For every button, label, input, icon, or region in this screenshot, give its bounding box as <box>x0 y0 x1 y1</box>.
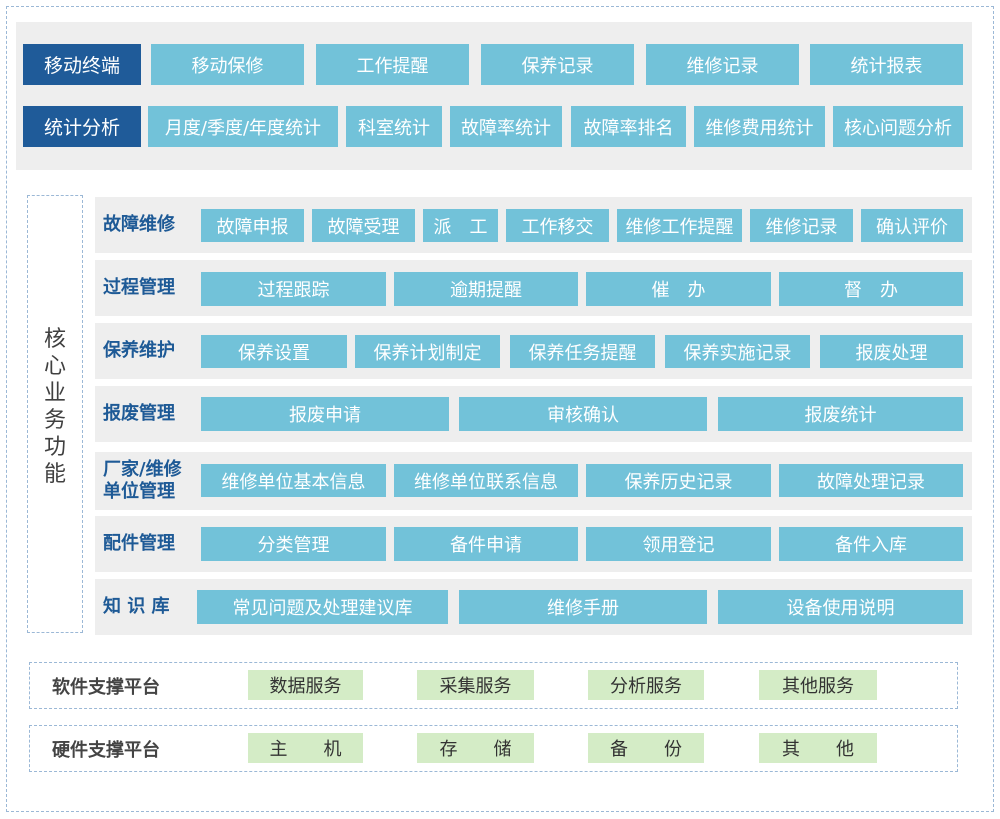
core-row-label: 保养维护 <box>103 340 175 361</box>
core-item: 保养设置 <box>201 335 347 368</box>
stats-item: 月度/季度/年度统计 <box>148 106 338 147</box>
mobile-item: 保养记录 <box>481 44 634 85</box>
software-platform-label: 软件支撑平台 <box>52 676 160 698</box>
core-item: 审核确认 <box>459 397 707 431</box>
core-item: 催 办 <box>586 272 771 306</box>
core-item: 保养任务提醒 <box>510 335 655 368</box>
core-item: 备件申请 <box>394 527 578 561</box>
mobile-item: 移动保修 <box>151 44 304 85</box>
mobile-item: 工作提醒 <box>316 44 469 85</box>
mobile-item: 维修记录 <box>646 44 799 85</box>
core-item: 设备使用说明 <box>718 590 963 624</box>
core-item: 分类管理 <box>201 527 386 561</box>
core-item: 故障申报 <box>201 209 304 242</box>
core-row-label: 故障维修 <box>103 214 175 235</box>
core-item: 备件入库 <box>779 527 963 561</box>
core-item: 督 办 <box>779 272 963 306</box>
core-item: 维修单位基本信息 <box>201 464 386 497</box>
core-item: 保养计划制定 <box>355 335 500 368</box>
core-item: 工作移交 <box>506 209 609 242</box>
software-service: 分析服务 <box>588 670 704 700</box>
core-item: 派 工 <box>423 209 498 242</box>
software-service: 数据服务 <box>248 670 363 700</box>
software-service: 其他服务 <box>759 670 877 700</box>
core-item: 报废统计 <box>718 397 963 431</box>
stats-item: 故障率统计 <box>450 106 562 147</box>
mobile-item: 统计报表 <box>810 44 963 85</box>
core-business-label: 核心业务功能 <box>43 327 66 487</box>
stats-item: 故障率排名 <box>571 106 686 147</box>
core-row-label: 报废管理 <box>103 403 175 424</box>
core-item: 维修手册 <box>459 590 707 624</box>
hardware-platform-label: 硬件支撑平台 <box>52 739 160 761</box>
mobile-terminal-label: 移动终端 <box>23 44 141 85</box>
hardware-item: 存 储 <box>417 733 534 763</box>
stats-item: 科室统计 <box>346 106 442 147</box>
hardware-item: 其 他 <box>759 733 877 763</box>
core-item: 领用登记 <box>586 527 771 561</box>
core-item: 报废处理 <box>820 335 963 368</box>
core-item: 常见问题及处理建议库 <box>197 590 448 624</box>
core-business-sidebar: 核心业务功能 <box>27 195 83 633</box>
core-row-label: 知 识 库 <box>103 596 170 617</box>
core-item: 确认评价 <box>861 209 963 242</box>
core-item: 保养历史记录 <box>586 464 771 497</box>
core-row-label: 配件管理 <box>103 533 175 554</box>
software-service: 采集服务 <box>417 670 534 700</box>
core-item: 逾期提醒 <box>394 272 578 306</box>
core-item: 维修单位联系信息 <box>394 464 578 497</box>
core-row-label: 厂家/维修 单位管理 <box>103 459 182 502</box>
statistics-analysis-label: 统计分析 <box>23 106 141 147</box>
core-item: 报废申请 <box>201 397 449 431</box>
core-item: 维修记录 <box>750 209 853 242</box>
stats-item: 维修费用统计 <box>694 106 825 147</box>
stats-item: 核心问题分析 <box>833 106 963 147</box>
hardware-item: 备 份 <box>588 733 704 763</box>
core-item: 故障处理记录 <box>779 464 963 497</box>
core-item: 保养实施记录 <box>665 335 810 368</box>
core-item: 维修工作提醒 <box>617 209 742 242</box>
core-item: 过程跟踪 <box>201 272 386 306</box>
core-row-label: 过程管理 <box>103 277 175 298</box>
hardware-item: 主 机 <box>248 733 363 763</box>
core-item: 故障受理 <box>312 209 415 242</box>
